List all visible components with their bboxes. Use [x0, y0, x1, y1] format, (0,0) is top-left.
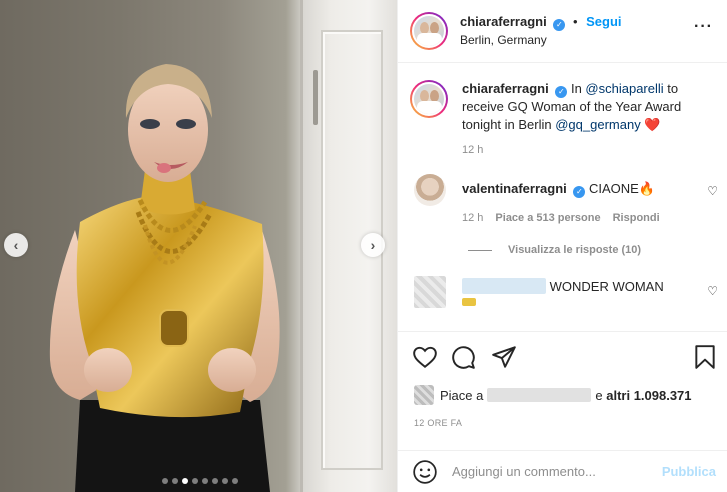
avatar-image	[412, 14, 446, 48]
more-options-icon[interactable]: ···	[694, 18, 713, 36]
comment-item: valentinaferragni ✓ CIAONE🔥 12 h Piace a…	[398, 174, 727, 224]
caption-username[interactable]: chiaraferragni	[462, 81, 549, 96]
comment-icon[interactable]	[450, 344, 476, 370]
view-replies-label: Visualizza le risposte (10)	[508, 244, 642, 256]
caption-avatar[interactable]	[410, 80, 448, 118]
follow-button[interactable]: Segui	[586, 14, 621, 29]
woman-figure	[49, 64, 280, 492]
heart-emoji: ❤️	[644, 117, 661, 132]
post-date[interactable]: 12 ORE FA	[414, 418, 462, 428]
comment-body: valentinaferragni ✓ CIAONE🔥 12 h Piace a…	[462, 174, 702, 224]
emoji-partial	[462, 298, 476, 306]
carousel-dot	[192, 478, 198, 484]
left-eye	[140, 119, 160, 129]
verified-icon: ✓	[553, 19, 566, 31]
left-hand	[84, 348, 132, 392]
padlock-pendant	[159, 309, 189, 347]
blurred-liker-name[interactable]	[487, 388, 592, 402]
carousel-dot	[172, 478, 178, 484]
mention-link[interactable]: @schiaparelli	[585, 81, 663, 96]
share-icon[interactable]	[491, 344, 517, 370]
heart-icon[interactable]: ♡	[707, 184, 718, 198]
add-comment-bar: Pubblica	[398, 450, 727, 492]
publish-button[interactable]: Pubblica	[662, 464, 716, 479]
right-eye	[176, 119, 196, 129]
emoji-icon[interactable]	[412, 459, 438, 485]
reply-button[interactable]: Rispondi	[613, 212, 660, 224]
location-link[interactable]: Berlin, Germany	[460, 31, 622, 49]
right-hand	[208, 348, 256, 392]
chevron-right-icon: ›	[370, 237, 376, 253]
comment-item: WONDER WOMAN ♡	[398, 276, 727, 309]
likes-prefix: Piace a	[440, 387, 484, 403]
bookmark-icon[interactable]	[692, 344, 718, 370]
likes-suffix: e	[595, 387, 603, 403]
author-username[interactable]: chiaraferragni	[460, 14, 547, 29]
post-photo[interactable]: ‹ ›	[0, 0, 397, 492]
separator-dot: •	[572, 14, 578, 29]
heart-icon[interactable]	[412, 344, 438, 370]
carousel-dot	[162, 478, 168, 484]
carousel-dots	[162, 478, 238, 484]
comment-content: CIAONE🔥	[589, 181, 656, 196]
commenter-avatar[interactable]	[414, 276, 446, 308]
instagram-post: ‹ › chiaraferragni ✓ • Segui Berlin, Ger…	[0, 0, 727, 492]
comment-meta: 12 h Piace a 513 persone Rispondi	[462, 212, 702, 224]
chevron-left-icon: ‹	[13, 237, 19, 253]
likes-summary: Piace a e altri 1.098.371	[414, 385, 692, 405]
post-caption: chiaraferragni ✓ In @schiaparelli to rec…	[398, 64, 727, 134]
comment-likes[interactable]: Piace a 513 persone	[495, 212, 600, 224]
verified-icon: ✓	[555, 86, 568, 98]
carousel-dot	[222, 478, 228, 484]
heart-icon[interactable]: ♡	[707, 284, 718, 298]
carousel-dot	[212, 478, 218, 484]
caption-text: chiaraferragni ✓ In @schiaparelli to rec…	[462, 80, 712, 134]
view-replies-button[interactable]: Visualizza le risposte (10)	[468, 244, 727, 256]
post-side-panel: chiaraferragni ✓ • Segui Berlin, Germany…	[397, 0, 727, 492]
comment-text: valentinaferragni ✓ CIAONE🔥	[462, 180, 702, 198]
comments-section[interactable]: chiaraferragni ✓ In @schiaparelli to rec…	[398, 64, 727, 331]
comment-body: WONDER WOMAN	[462, 276, 702, 309]
comment-content: WONDER WOMAN	[549, 279, 664, 294]
liker-avatar[interactable]	[414, 385, 434, 405]
commenter-avatar[interactable]	[414, 174, 446, 206]
next-photo-button[interactable]: ›	[361, 233, 385, 257]
likes-count-link[interactable]: altri 1.098.371	[606, 388, 691, 403]
carousel-dot	[232, 478, 238, 484]
comment-text: WONDER WOMAN	[462, 278, 702, 294]
door-handle	[313, 70, 318, 125]
carousel-dot	[202, 478, 208, 484]
previous-photo-button[interactable]: ‹	[4, 233, 28, 257]
author-avatar[interactable]	[410, 12, 448, 50]
comment-input[interactable]	[452, 464, 662, 479]
tongue	[157, 163, 171, 173]
action-bar	[398, 331, 727, 383]
verified-icon: ✓	[573, 186, 586, 198]
post-header: chiaraferragni ✓ • Segui Berlin, Germany…	[398, 0, 727, 63]
blurred-username[interactable]	[462, 278, 546, 294]
mention-link[interactable]: @gq_germany	[555, 117, 640, 132]
avatar-image	[412, 82, 446, 116]
divider-line	[468, 249, 492, 251]
caption-text-start: In	[570, 81, 586, 96]
comment-time[interactable]: 12 h	[462, 212, 483, 224]
carousel-dot	[182, 478, 188, 484]
caption-time[interactable]: 12 h	[462, 144, 727, 156]
commenter-username[interactable]: valentinaferragni	[462, 181, 567, 196]
header-text: chiaraferragni ✓ • Segui Berlin, Germany	[460, 13, 622, 49]
